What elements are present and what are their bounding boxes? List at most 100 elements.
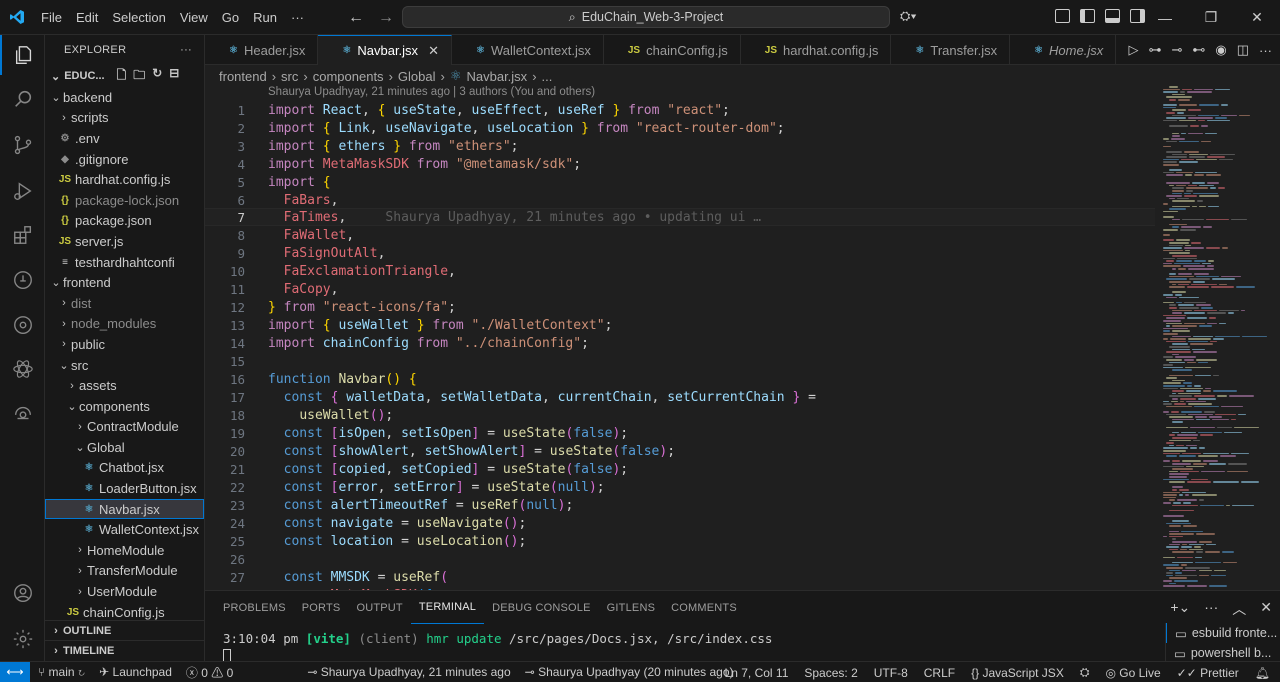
panel-tab[interactable]: TERMINAL [410,591,485,624]
command-center-search[interactable]: ⌕ EduChain_Web-3-Project [402,6,890,28]
more-actions-icon[interactable]: ··· [1259,43,1272,58]
panel-tab[interactable]: PROBLEMS [215,591,294,624]
inline-blame-icon[interactable]: ◉ [1215,42,1226,58]
git-graph-icon[interactable]: ⊷ [1192,42,1205,58]
remote-explorer-icon[interactable] [0,305,45,345]
github-icon[interactable] [0,260,45,300]
run-icon[interactable]: ▷ [1128,42,1138,58]
gitlens-compare-icon[interactable]: ⊶ [1148,42,1161,58]
menu-view[interactable]: View [173,0,215,35]
gitlens-blame-status[interactable]: ⊸ Shaurya Upadhyay, 21 minutes ago [307,665,510,679]
editor-tab[interactable]: ⚛ WalletContext.jsx [452,35,604,65]
tree-item[interactable]: › scripts [45,108,204,129]
close-tab-icon[interactable]: ✕ [428,43,439,59]
tree-item[interactable]: {} package.json [45,211,204,232]
launchpad-button[interactable]: ✈ Launchpad [99,665,172,679]
terminal-output[interactable]: 3:10:04 pm [vite] (client) hmr update /s… [223,631,772,646]
maximize-panel-icon[interactable]: ︿ [1232,599,1246,619]
encoding[interactable]: UTF-8 [874,666,908,680]
panel-tab[interactable]: PORTS [294,591,349,624]
menu-more[interactable]: ··· [284,0,311,35]
notifications-bell-icon[interactable]: 🔔︎ [1255,666,1270,680]
editor-tab[interactable]: JS chainConfig.js [604,35,741,65]
problems-indicator[interactable]: ⓧ 0 ⚠ 0 [186,664,233,681]
refresh-icon[interactable]: ↻ [152,66,162,87]
panel-tab[interactable]: DEBUG CONSOLE [484,591,599,624]
tree-item[interactable]: › public [45,334,204,355]
account-icon[interactable] [0,573,45,613]
tree-item[interactable]: › assets [45,375,204,396]
search-icon[interactable] [0,79,45,119]
menu-run[interactable]: Run [246,0,284,35]
copilot-status-icon[interactable]: ⛭ [1080,665,1090,680]
remote-indicator-icon[interactable]: ⟷ [0,661,30,682]
menu-file[interactable]: File [34,0,69,35]
tree-item[interactable]: › UserModule [45,581,204,602]
editor-tab[interactable]: ⚛ Home.jsx [1010,35,1117,65]
editor-tab[interactable]: ⚛ Transfer.jsx [891,35,1011,65]
tree-item[interactable]: ◆ .gitignore [45,149,204,170]
tree-item[interactable]: JS hardhat.config.js [45,169,204,190]
inline-blame[interactable]: Shaurya Upadhyay, 21 minutes ago • updat… [385,210,761,225]
tree-item[interactable]: ⌄ components [45,396,204,417]
tree-item[interactable]: › dist [45,293,204,314]
tree-item[interactable]: › ContractModule [45,417,204,438]
forward-arrow-icon[interactable]: → [378,9,394,27]
terminal-item-esbuild[interactable]: ▭ esbuild fronte... [1166,623,1280,643]
editor-tab[interactable]: JS hardhat.config.js [741,35,892,65]
more-actions-icon[interactable]: ··· [180,44,192,56]
line-endings[interactable]: CRLF [924,666,955,680]
tree-item[interactable]: ⚛ LoaderButton.jsx [45,478,204,499]
tree-item[interactable]: ⚛ Chatbot.jsx [45,458,204,479]
close-icon[interactable]: ✕ [1234,0,1280,35]
explorer-icon[interactable] [0,35,45,75]
toggle-sidebar-icon[interactable] [1080,9,1095,23]
terminal-item-powershell[interactable]: ▭ powershell b... [1166,643,1280,663]
tree-item[interactable]: {} package-lock.json [45,190,204,211]
timeline-section[interactable]: › TIMELINE [45,640,204,661]
back-arrow-icon[interactable]: ← [348,9,364,27]
panel-tab[interactable]: GITLENS [599,591,663,624]
close-panel-icon[interactable]: ✕ [1260,599,1272,619]
tree-item[interactable]: JS server.js [45,231,204,252]
tree-item[interactable]: › HomeModule [45,540,204,561]
outline-section[interactable]: › OUTLINE [45,620,204,641]
editor-tab[interactable]: ⚛ Header.jsx [205,35,319,65]
breadcrumb-components[interactable]: components [313,69,384,84]
breadcrumb-global[interactable]: Global [398,69,436,84]
tree-item[interactable]: ⌄ frontend [45,272,204,293]
gitlens-blame-status-2[interactable]: ⊸ Shaurya Upadhyay (20 minutes ago) [525,665,734,679]
minimap[interactable] [1155,86,1280,590]
manage-gear-icon[interactable] [0,619,45,659]
restore-icon[interactable]: ❐ [1188,0,1234,35]
new-file-icon[interactable]: 🗋 [117,66,127,87]
indentation[interactable]: Spaces: 2 [804,666,857,680]
tree-item[interactable]: › TransferModule [45,561,204,582]
tree-item[interactable]: › node_modules [45,314,204,335]
cursor-position[interactable]: Ln 7, Col 11 [725,666,789,680]
tree-item[interactable]: ⚛ Navbar.jsx [45,498,204,520]
menu-edit[interactable]: Edit [69,0,105,35]
tree-item[interactable]: ⌄ Global [45,437,204,458]
breadcrumb-file[interactable]: Navbar.jsx [466,69,527,84]
tree-item[interactable]: ⚙ .env [45,128,204,149]
breadcrumb-frontend[interactable]: frontend [219,69,267,84]
menu-selection[interactable]: Selection [105,0,172,35]
codelens-blame[interactable]: Shaurya Upadhyay, 21 minutes ago | 3 aut… [268,86,595,98]
more-actions-icon[interactable]: ··· [1204,599,1218,619]
language-mode[interactable]: {} JavaScript JSX [971,666,1064,680]
go-live-button[interactable]: ◎ Go Live [1105,666,1160,680]
collapse-all-icon[interactable]: ⊟ [169,66,179,87]
menu-go[interactable]: Go [215,0,246,35]
code-editor[interactable]: 1 import React, { useState, useEffect, us… [205,100,1155,590]
split-editor-icon[interactable]: ◫ [1237,42,1249,58]
panel-tab[interactable]: OUTPUT [348,591,410,624]
new-terminal-icon[interactable]: +⌄ [1170,599,1190,619]
copilot-icon[interactable]: ⛭▾ [900,8,917,24]
run-debug-icon[interactable] [0,171,45,211]
layout-customize-icon[interactable] [1055,9,1070,23]
editor-tab[interactable]: ⚛ Navbar.jsx ✕ [318,35,452,65]
breadcrumb-symbol[interactable]: ... [542,69,553,84]
react-icon[interactable] [0,349,45,389]
breadcrumb-src[interactable]: src [281,69,298,84]
